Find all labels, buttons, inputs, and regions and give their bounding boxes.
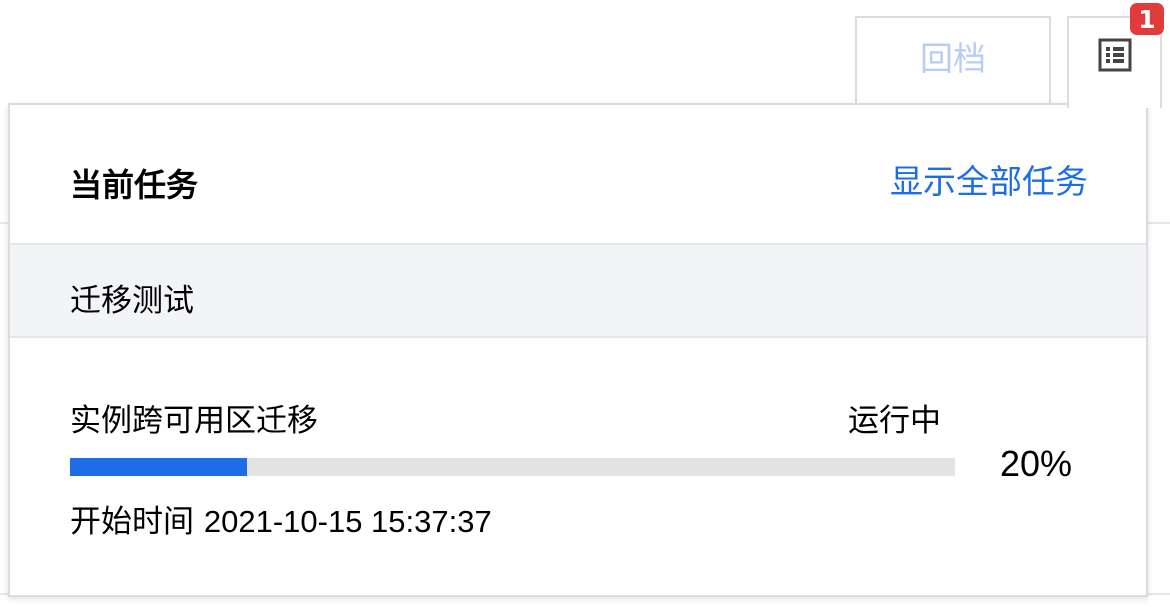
task-status: 运行中 (848, 403, 941, 439)
task-group-header: 迁移测试 (10, 243, 1146, 338)
rollback-label: 回档 (920, 39, 986, 78)
task-progress-fill (70, 458, 247, 476)
task-progress-bar (70, 458, 955, 476)
task-start-time: 开始时间 2021-10-15 15:37:37 (70, 496, 492, 541)
popover-header: 当前任务 显示全部任务 (10, 105, 1146, 243)
page: 回档 1 当前任务 显示全部任务 迁移测试 实例跨可用区迁移 运行中 20% 开… (0, 0, 1170, 607)
task-group-label: 迁移测试 (70, 283, 194, 319)
task-count-badge: 1 (1130, 3, 1164, 35)
popover-title: 当前任务 (70, 166, 199, 204)
start-time-value: 2021-10-15 15:37:37 (203, 504, 492, 539)
task-name: 实例跨可用区迁移 (70, 403, 318, 439)
task-list-icon (1098, 38, 1132, 76)
start-time-label: 开始时间 (70, 504, 194, 540)
current-tasks-popover: 当前任务 显示全部任务 迁移测试 实例跨可用区迁移 运行中 20% 开始时间 2… (8, 103, 1148, 597)
show-all-tasks-link[interactable]: 显示全部任务 (890, 155, 1088, 203)
task-progress-percent: 20% (1000, 443, 1073, 484)
rollback-button[interactable]: 回档 (855, 16, 1051, 106)
